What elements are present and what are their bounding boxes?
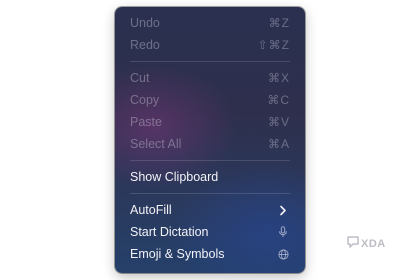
menu-item-label: Show Clipboard (130, 170, 219, 184)
menu-item-select-all[interactable]: Select All ⌘A (115, 133, 305, 155)
menu-item-undo[interactable]: Undo ⌘Z (115, 12, 305, 34)
menu-separator (130, 193, 290, 194)
menu-item-label: Copy (130, 93, 160, 107)
menu-item-label: Emoji & Symbols (130, 247, 225, 261)
menu-item-label: Redo (130, 38, 160, 52)
menu-item-label: Select All (130, 137, 182, 151)
watermark-text: XDA (361, 238, 386, 250)
menu-item-copy[interactable]: Copy ⌘C (115, 89, 305, 111)
microphone-icon (276, 225, 290, 239)
menu-item-shortcut: ⌘Z (268, 16, 290, 30)
xda-logo-icon (347, 235, 359, 253)
menu-item-show-clipboard[interactable]: Show Clipboard (115, 166, 305, 188)
menu-item-cut[interactable]: Cut ⌘X (115, 67, 305, 89)
edit-context-menu: Undo ⌘Z Redo ⇧⌘Z Cut ⌘X Copy ⌘C Paste ⌘V… (115, 7, 305, 273)
menu-item-label: Cut (130, 71, 150, 85)
menu-item-label: Paste (130, 115, 162, 129)
menu-item-redo[interactable]: Redo ⇧⌘Z (115, 34, 305, 56)
menu-item-shortcut: ⌘A (267, 137, 290, 151)
menu-item-shortcut: ⌘X (267, 71, 290, 85)
menu-separator (130, 61, 290, 62)
chevron-right-icon (276, 203, 290, 217)
xda-watermark: XDA (347, 235, 386, 253)
menu-item-start-dictation[interactable]: Start Dictation (115, 221, 305, 243)
menu-item-label: Start Dictation (130, 225, 209, 239)
menu-item-label: AutoFill (130, 203, 172, 217)
menu-item-autofill[interactable]: AutoFill (115, 199, 305, 221)
menu-item-emoji-symbols[interactable]: Emoji & Symbols (115, 243, 305, 265)
menu-item-shortcut: ⇧⌘Z (257, 38, 290, 52)
menu-item-label: Undo (130, 16, 160, 30)
menu-separator (130, 160, 290, 161)
menu-item-shortcut: ⌘C (267, 93, 290, 107)
globe-icon (276, 247, 290, 261)
menu-item-shortcut: ⌘V (267, 115, 290, 129)
menu-item-paste[interactable]: Paste ⌘V (115, 111, 305, 133)
